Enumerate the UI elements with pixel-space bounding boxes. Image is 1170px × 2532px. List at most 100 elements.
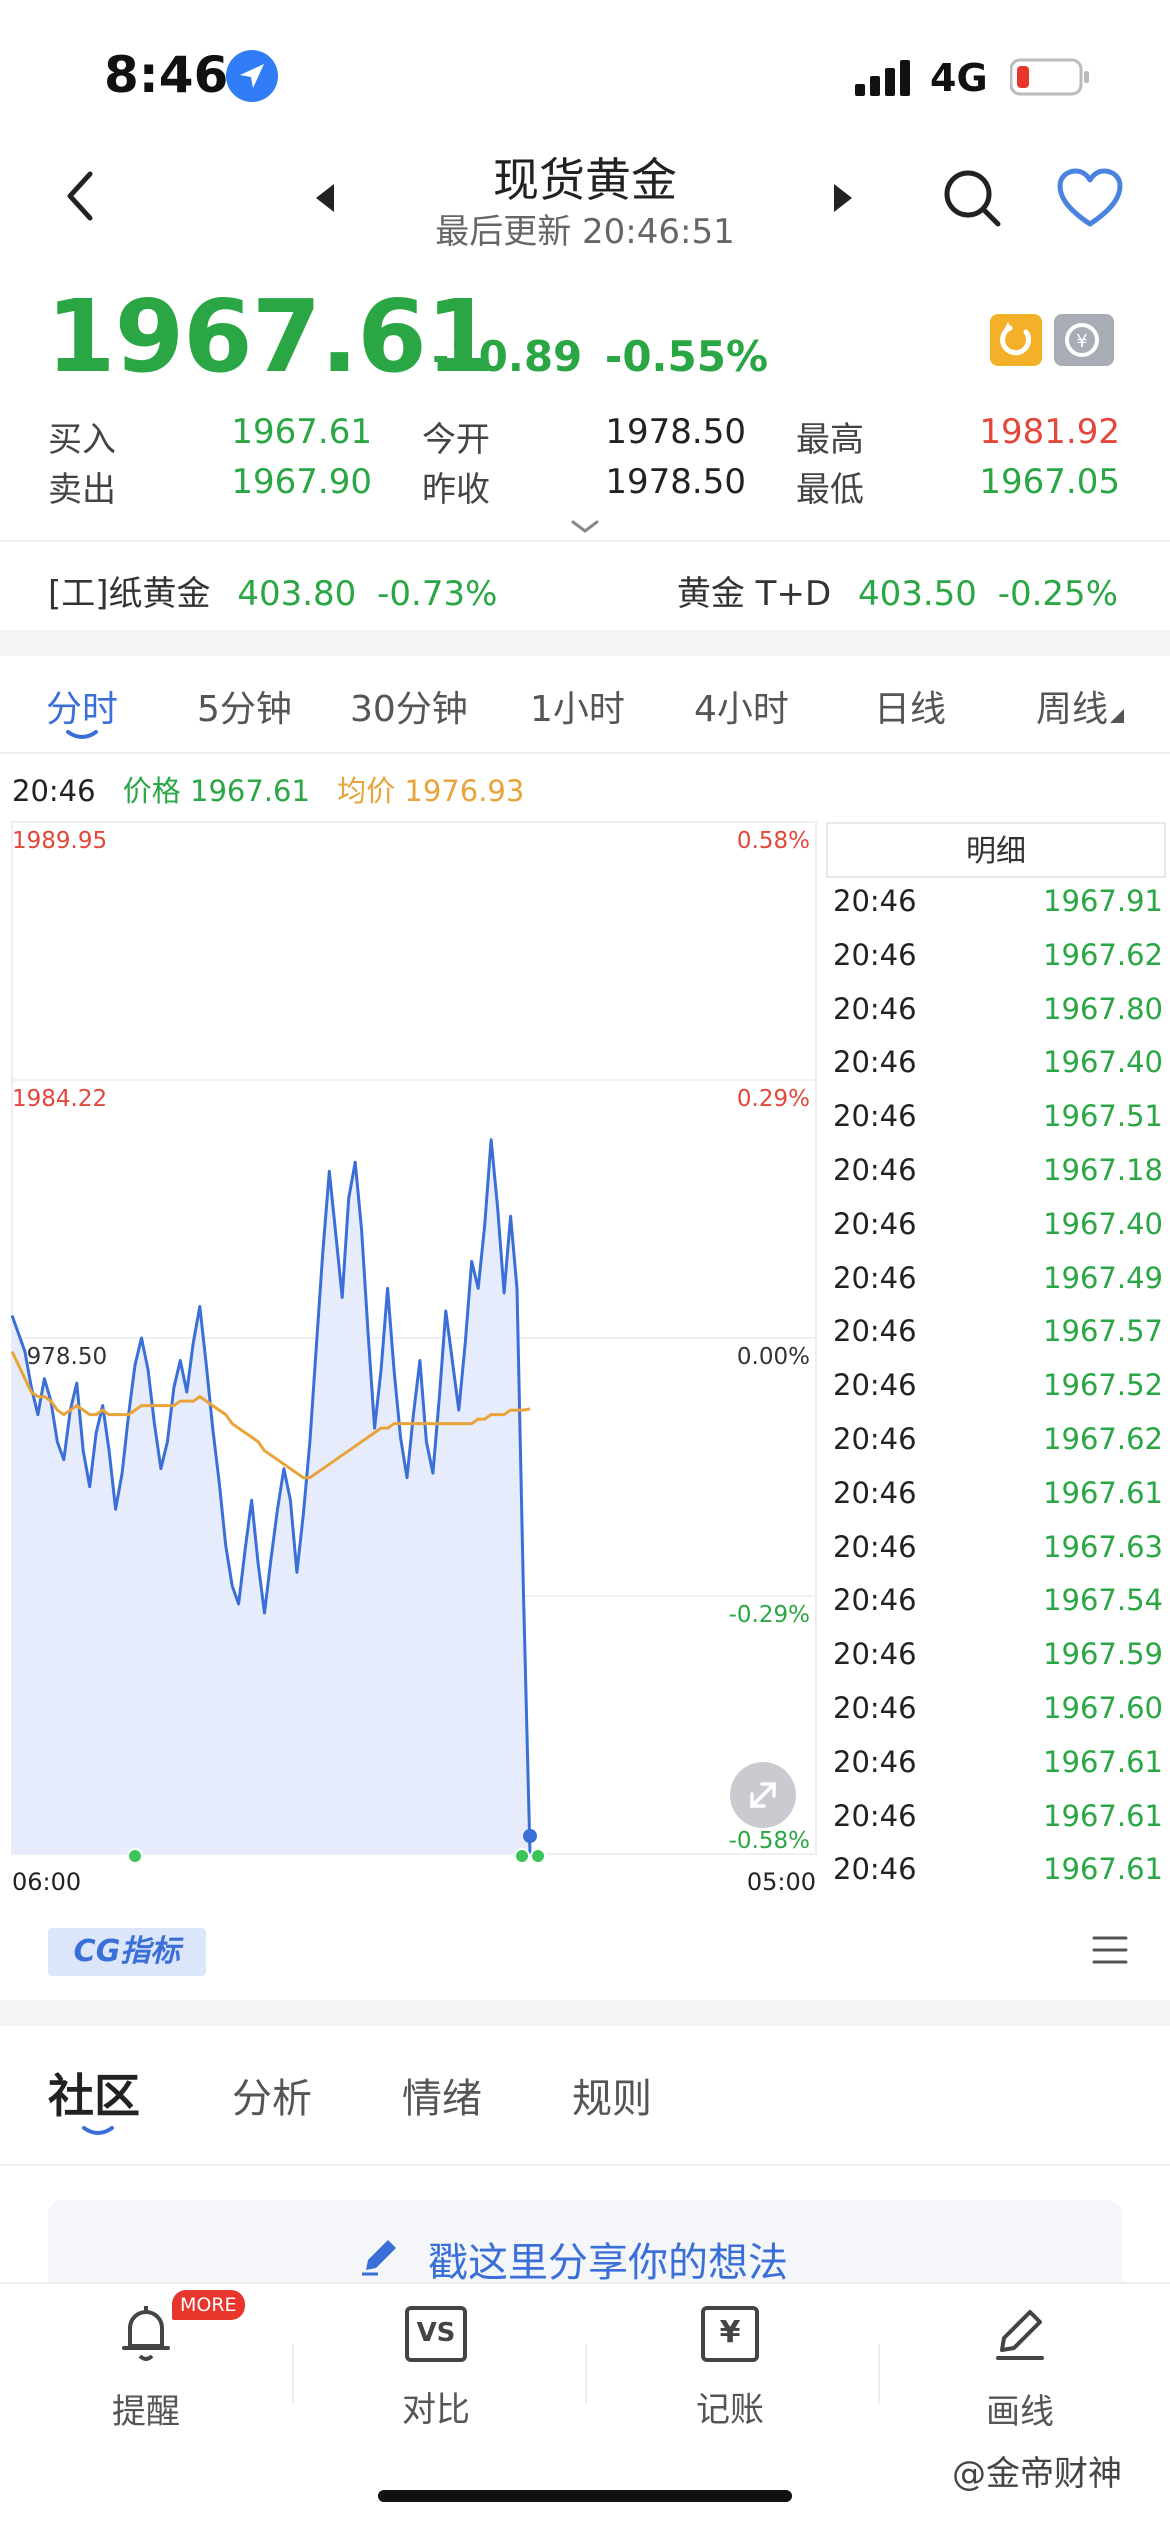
ask-label: 卖出 [48,470,116,510]
open-value: 1978.50 [605,412,746,452]
prev-close-value: 1978.50 [605,462,746,502]
community-tab-indicator [82,2122,114,2135]
prev-instrument-button[interactable] [312,180,336,216]
detail-time: 20:46 [833,937,917,972]
y-axis-left-tick: 1984.22 [12,1086,107,1112]
back-button[interactable] [56,166,106,226]
detail-price: 1967.54 [1043,1583,1163,1618]
detail-row: 20:46 1967.63 [833,1520,1163,1574]
cg-indicator-button[interactable]: CG指标 [48,1928,206,1976]
detail-row: 20:46 1967.51 [833,1089,1163,1143]
ledger-icon: ¥ [701,2306,759,2362]
open-label: 今开 [422,420,490,460]
tab-intraday[interactable]: 分时 [46,680,118,732]
menu-icon[interactable] [1092,1934,1128,1966]
bell-icon [116,2300,176,2364]
y-axis-right-tick: 0.29% [737,1086,810,1112]
home-indicator [378,2490,792,2502]
tab-rules[interactable]: 规则 [572,2066,652,2124]
detail-time: 20:46 [833,1260,917,1295]
related-pct: -0.73% [377,574,498,614]
y-axis-right-tick: -0.58% [729,1828,810,1854]
nav-ledger-label: 记账 [696,2390,764,2430]
detail-time: 20:46 [833,1422,917,1456]
detail-time: 20:46 [833,1153,917,1187]
header: 现货黄金 最后更新 20:46:51 [0,140,1170,260]
tab-daily[interactable]: 日线 [874,680,946,732]
detail-time: 20:46 [833,1475,917,1510]
current-price: 1967.61 [46,278,495,395]
refresh-icon[interactable] [990,314,1042,366]
detail-time: 20:46 [833,1368,917,1403]
detail-price: 1967.61 [1043,1744,1163,1779]
nav-draw[interactable]: 画线 [930,2300,1110,2433]
intraday-chart[interactable]: 1989.950.58%1984.220.29%1978.500.00%1972… [0,812,830,1892]
tab-weekly[interactable]: 周线 [1036,680,1108,732]
location-arrow-icon [226,50,278,102]
detail-price: 1967.91 [1043,884,1163,918]
detail-time: 20:46 [833,1691,917,1725]
signal-icon [855,60,915,96]
chart-info-time: 20:46 [12,774,96,808]
share-prompt-text: 戳这里分享你的想法 [428,2240,788,2286]
detail-time: 20:46 [833,1852,917,1887]
low-value: 1967.05 [979,462,1120,502]
price-area [12,1139,530,1854]
nav-ledger[interactable]: ¥ 记账 [640,2300,820,2431]
expand-chevron-icon[interactable] [570,518,600,536]
status-time: 8:46 [104,46,229,104]
bid-label: 买入 [48,420,116,460]
details-header: 明细 [826,822,1166,878]
marker-dot [514,1848,530,1864]
detail-price: 1967.18 [1043,1153,1163,1187]
related-name: [工]纸黄金 [48,574,211,614]
tab-4hour[interactable]: 4小时 [694,680,789,732]
nav-compare[interactable]: VS 对比 [346,2300,526,2431]
tab-5min[interactable]: 5分钟 [197,680,292,732]
svg-text:¥: ¥ [1076,331,1087,352]
nav-alert-label: 提醒 [112,2392,180,2432]
detail-row: 20:46 1967.61 [833,1842,1163,1896]
detail-row: 20:46 1967.80 [833,982,1163,1036]
detail-price: 1967.63 [1043,1529,1163,1564]
last-update: 最后更新 20:46:51 [435,212,735,252]
currency-settings-icon[interactable]: ¥ [1054,314,1114,366]
vs-icon: VS [405,2306,467,2362]
tab-30min[interactable]: 30分钟 [350,680,468,732]
detail-row: 20:46 1967.62 [833,928,1163,982]
prev-close-label: 昨收 [422,470,490,510]
fullscreen-icon[interactable] [730,1762,796,1828]
search-icon[interactable] [940,166,1004,230]
ask-value: 1967.90 [231,462,372,502]
detail-row: 20:46 1967.49 [833,1251,1163,1305]
tab-analysis[interactable]: 分析 [232,2066,312,2124]
favorite-heart-icon[interactable] [1056,168,1124,230]
weekly-dropdown-icon [1110,708,1124,723]
detail-row: 20:46 1967.52 [833,1358,1163,1412]
detail-row: 20:46 1967.57 [833,1304,1163,1358]
detail-time: 20:46 [833,1583,917,1618]
low-label: 最低 [796,470,864,510]
status-bar: 8:46 4G [0,0,1170,140]
detail-time: 20:46 [833,1099,917,1134]
battery-icon [1009,58,1090,96]
detail-time: 20:46 [833,1314,917,1349]
watermark: @金帝财神 [952,2454,1122,2494]
tab-community[interactable]: 社区 [48,2060,140,2126]
chart-info-price: 价格 1967.61 [122,774,310,808]
x-axis-tick: 05:00 [747,1868,816,1892]
next-instrument-button[interactable] [832,180,856,216]
network-label: 4G [930,56,988,100]
related-pct: -0.25% [997,574,1118,614]
pencil-icon [358,2234,402,2278]
related-paper-gold[interactable]: [工]纸黄金 403.80 -0.73% [48,566,497,615]
detail-price: 1967.51 [1043,1099,1163,1134]
detail-row: 20:46 1967.61 [833,1466,1163,1520]
detail-price: 1967.61 [1043,1852,1163,1887]
tab-1hour[interactable]: 1小时 [530,680,625,732]
y-axis-left-tick: 1989.95 [12,828,107,854]
change-value: -10.89 [432,332,583,381]
related-gold-td[interactable]: 黄金 T+D 403.50 -0.25% [677,566,1118,615]
tab-sentiment[interactable]: 情绪 [402,2066,482,2124]
detail-row: 20:46 1967.61 [833,1735,1163,1789]
